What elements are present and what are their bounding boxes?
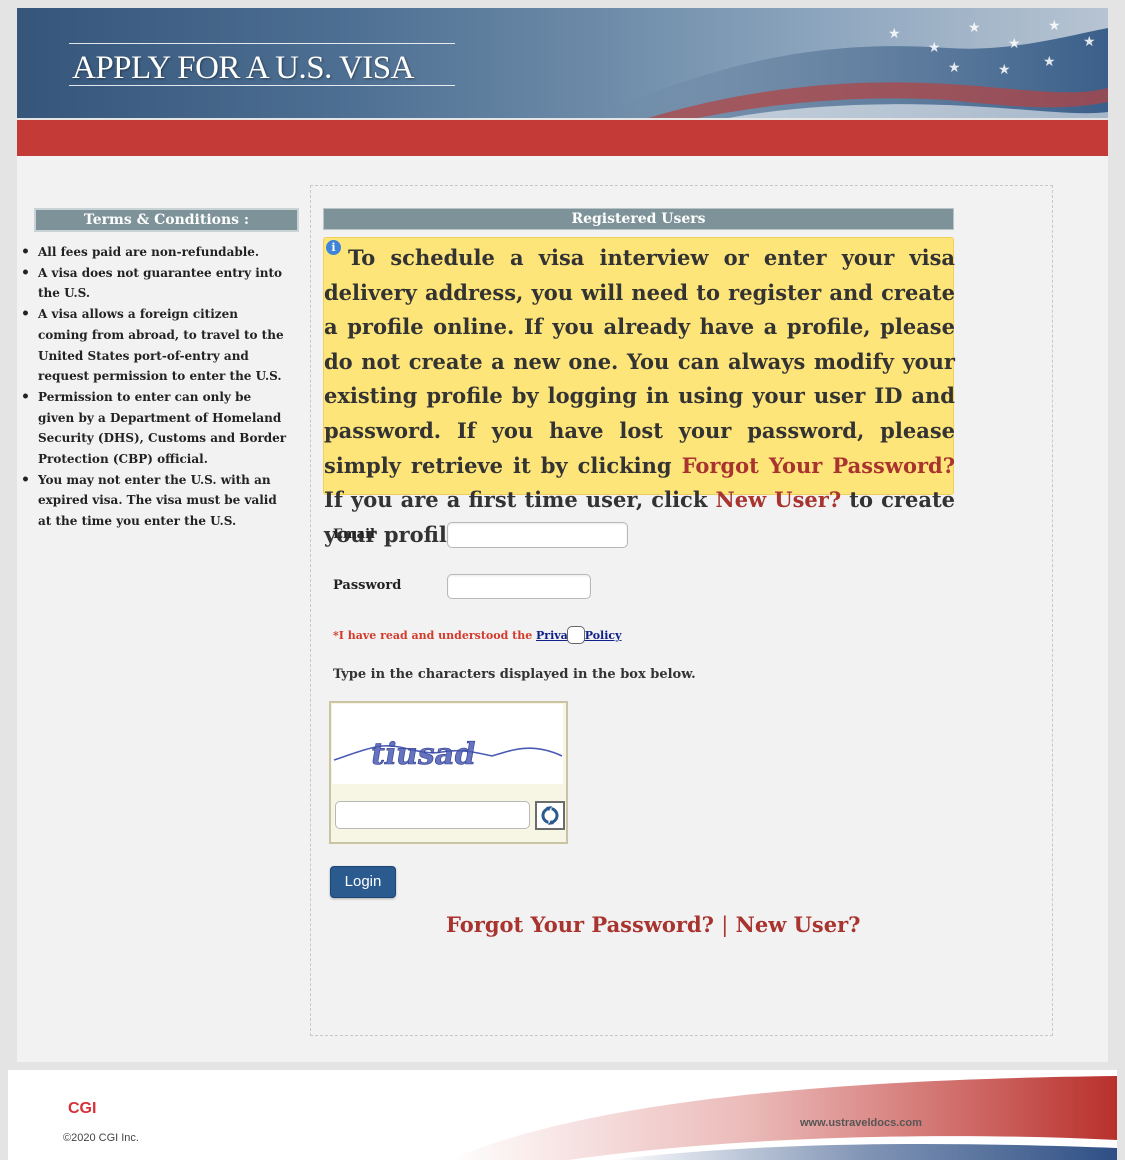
page-title: APPLY FOR A U.S. VISA [72,50,414,86]
footer-swoosh-graphic [448,1076,1117,1160]
terms-item: Permission to enter can only be given by… [21,387,291,470]
captcha-box: tiusad [329,701,568,844]
privacy-checkbox[interactable] [567,626,585,644]
email-field[interactable] [447,522,628,548]
svg-text:★: ★ [1043,54,1056,70]
bottom-links: Forgot Your Password? | New User? [446,912,860,937]
forgot-password-link[interactable]: Forgot Your Password? [446,912,714,937]
terms-item: You may not enter the U.S. with an expir… [21,470,291,532]
notice-text-part: If you are a first time user, click [324,487,716,513]
captcha-image: tiusad [332,704,563,784]
copyright: ©2020 CGI Inc. [63,1132,139,1144]
header-banner: ★ ★ ★ ★ ★ ★ ★ ★ ★ APPLY FOR A U.S. VISA [17,8,1108,118]
new-user-link[interactable]: New User? [736,912,861,937]
svg-text:★: ★ [968,20,981,36]
registered-users-header: Registered Users [323,208,954,230]
us-flag-graphic: ★ ★ ★ ★ ★ ★ ★ ★ ★ [588,18,1108,118]
svg-text:★: ★ [1048,18,1061,34]
notice-new-user-link[interactable]: New User? [716,487,842,512]
cgi-logo: CGI [68,1100,97,1117]
privacy-text: *I have read and understood the [333,629,537,642]
refresh-icon [541,806,559,825]
terms-list: All fees paid are non-refundable. A visa… [21,242,291,532]
captcha-refresh-button[interactable] [535,801,565,830]
link-separator: | [721,913,729,937]
captcha-input[interactable] [335,801,530,829]
login-button[interactable]: Login [330,866,396,898]
terms-header: Terms & Conditions : [34,208,299,232]
svg-text:★: ★ [948,60,961,76]
site-url: www.ustraveldocs.com [800,1117,922,1129]
password-label: Password [333,578,402,593]
footer: CGI ©2020 CGI Inc. www.ustraveldocs.com [8,1070,1117,1160]
svg-text:★: ★ [998,62,1011,78]
title-rule-top [69,43,455,44]
notice-forgot-password-link[interactable]: Forgot Your Password? [682,453,955,478]
notice-text: To schedule a visa interview or enter yo… [324,241,955,552]
notice-text-part: To schedule a visa interview or enter yo… [324,245,955,478]
email-label: Email [333,527,375,542]
captcha-instruction: Type in the characters displayed in the … [333,667,696,682]
info-notice: i To schedule a visa interview or enter … [323,237,955,547]
login-panel: Registered Users i To schedule a visa in… [310,185,1053,1036]
header-red-bar [17,120,1108,156]
title-rule-bottom [69,85,455,86]
terms-item: A visa does not guarantee entry into the… [21,263,291,304]
svg-text:★: ★ [1083,34,1096,50]
svg-text:★: ★ [1008,36,1021,52]
terms-item: A visa allows a foreign citizen coming f… [21,304,291,387]
captcha-text: tiusad [368,737,478,772]
password-field[interactable] [447,574,591,599]
svg-text:★: ★ [928,40,941,56]
main-content: Terms & Conditions : All fees paid are n… [17,156,1108,1062]
svg-text:★: ★ [888,26,901,42]
terms-item: All fees paid are non-refundable. [21,242,291,263]
